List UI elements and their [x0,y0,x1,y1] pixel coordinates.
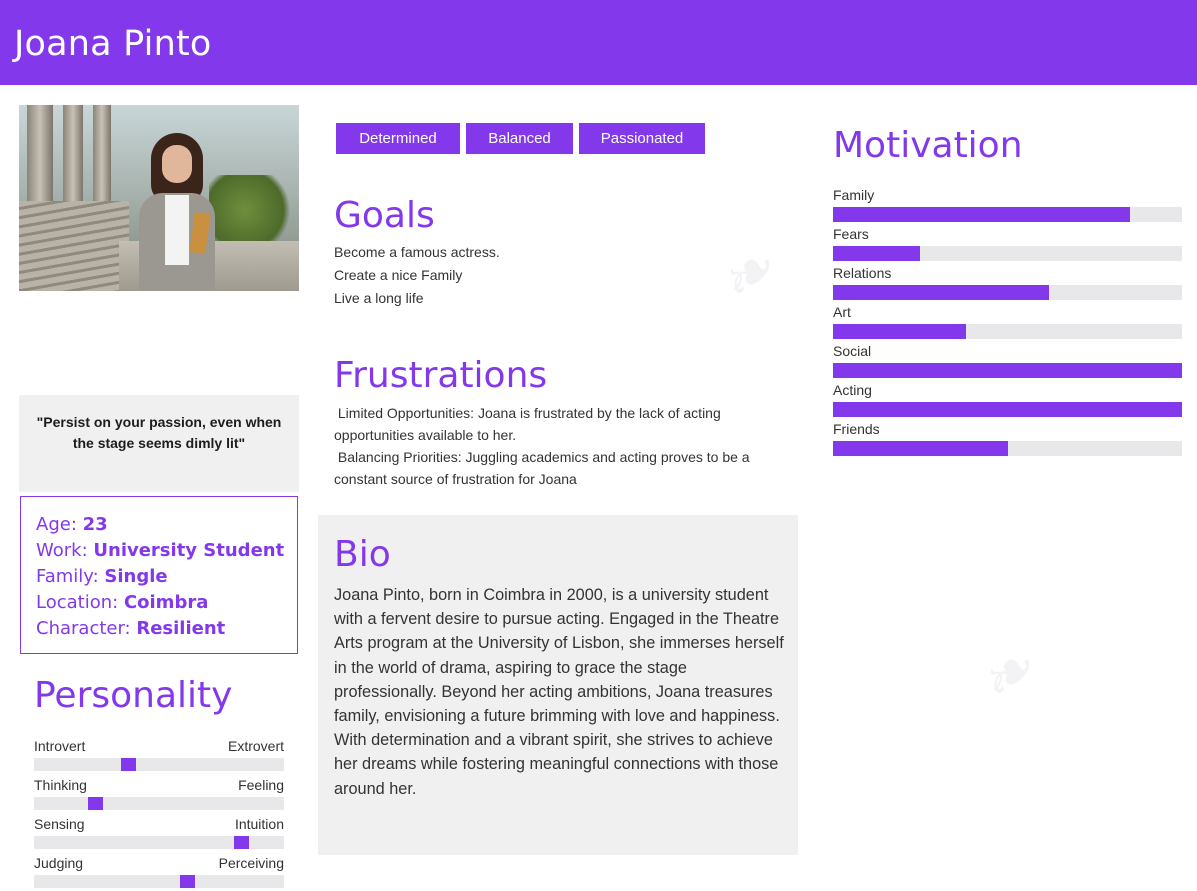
info-label: Location: [36,592,119,613]
motivation-label: Fears [833,226,869,242]
trait-row: Sensing Intuition [34,816,284,852]
motivation-bar [833,246,921,261]
info-family: Family: Single [36,566,168,587]
watermark: ❧ [703,231,790,323]
personality-title: Personality [34,675,233,716]
trait-row: Thinking Feeling [34,777,284,813]
motivation-label: Social [833,343,872,359]
info-value: Coimbra [123,592,209,613]
info-character: Character: Resilient [36,618,225,639]
info-label: Age: [36,514,77,535]
motivation-row: Acting [833,382,1182,418]
motivation-bar [833,363,1182,378]
info-value: Single [104,566,168,587]
info-label: Family: [36,566,99,587]
bio-text: Joana Pinto, born in Coimbra in 2000, is… [334,586,784,798]
motivation-bar [833,402,1182,417]
motivation-bar [833,324,966,339]
motivation-bar [833,207,1130,222]
trait-marker [88,797,103,810]
motivation-label: Art [833,304,851,320]
watermark: ❧ [963,631,1050,723]
trait-left-label: Sensing [34,816,85,832]
trait-tag: Balanced [466,123,573,154]
motivation-row: Art [833,304,1182,340]
trait-left-label: Judging [34,855,84,871]
motivation-row: Relations [833,265,1182,301]
persona-photo [19,105,299,291]
motivation-row: Family [833,187,1182,223]
info-value: 23 [82,514,108,535]
persona-name: Joana Pinto [14,24,212,64]
photo-face [162,145,192,183]
photo-shirt [165,195,189,265]
trait-marker [234,836,249,849]
trait-right-label: Extrovert [227,738,284,754]
header-bar: Joana Pinto [0,0,1197,85]
motivation-bar [833,441,1008,456]
trait-track [34,836,284,849]
motivation-track [833,207,1182,222]
info-value: University Student [93,540,285,561]
motivation-track [833,324,1182,339]
info-label: Work: [36,540,88,561]
photo-person [137,133,217,291]
trait-right-label: Perceiving [218,855,284,871]
info-work: Work: University Student [36,540,284,561]
trait-right-label: Intuition [234,816,284,832]
trait-tag: Passionated [579,123,705,154]
bio-title: Bio [334,534,391,575]
motivation-row: Friends [833,421,1182,457]
motivation-row: Fears [833,226,1182,262]
motivation-label: Family [833,187,875,203]
trait-right-label: Feeling [238,777,284,793]
goal-item: Live a long life [334,290,424,306]
motivation-label: Relations [833,265,892,281]
trait-marker [180,875,195,888]
bio-box: Bio Joana Pinto, born in Coimbra in 2000… [318,515,798,855]
trait-marker [121,758,136,771]
motivation-label: Friends [833,421,880,437]
goal-item: Become a famous actress. [334,244,500,260]
frustration-item: Balancing Priorities: Juggling academics… [334,449,754,487]
trait-track [34,875,284,888]
motivation-track [833,441,1182,456]
frustration-item: Limited Opportunities: Joana is frustrat… [334,405,725,443]
photo-steps [19,201,129,291]
goals-list: Become a famous actress. Create a nice F… [334,241,500,310]
frustrations-title: Frustrations [334,355,548,396]
motivation-track [833,363,1182,378]
trait-left-label: Introvert [34,738,86,754]
quote-box: "Persist on your passion, even when the … [19,395,299,492]
trait-row: Introvert Extrovert [34,738,284,774]
info-location: Location: Coimbra [36,592,208,613]
motivation-row: Social [833,343,1182,379]
trait-row: Judging Perceiving [34,855,284,891]
trait-track [34,797,284,810]
motivation-track [833,246,1182,261]
motivation-bar [833,285,1050,300]
goals-title: Goals [334,195,435,236]
motivation-title: Motivation [833,125,1023,166]
trait-left-label: Thinking [34,777,87,793]
goal-item: Create a nice Family [334,267,463,283]
info-age: Age: 23 [36,514,108,535]
photo-trees [209,175,299,245]
info-label: Character: [36,618,131,639]
info-value: Resilient [136,618,226,639]
demographics-box: Age: 23 Work: University Student Family:… [20,496,298,654]
trait-track [34,758,284,771]
motivation-label: Acting [833,382,872,398]
trait-tag: Determined [336,123,460,154]
motivation-track [833,402,1182,417]
motivation-track [833,285,1182,300]
quote-text: "Persist on your passion, even when the … [36,414,282,451]
